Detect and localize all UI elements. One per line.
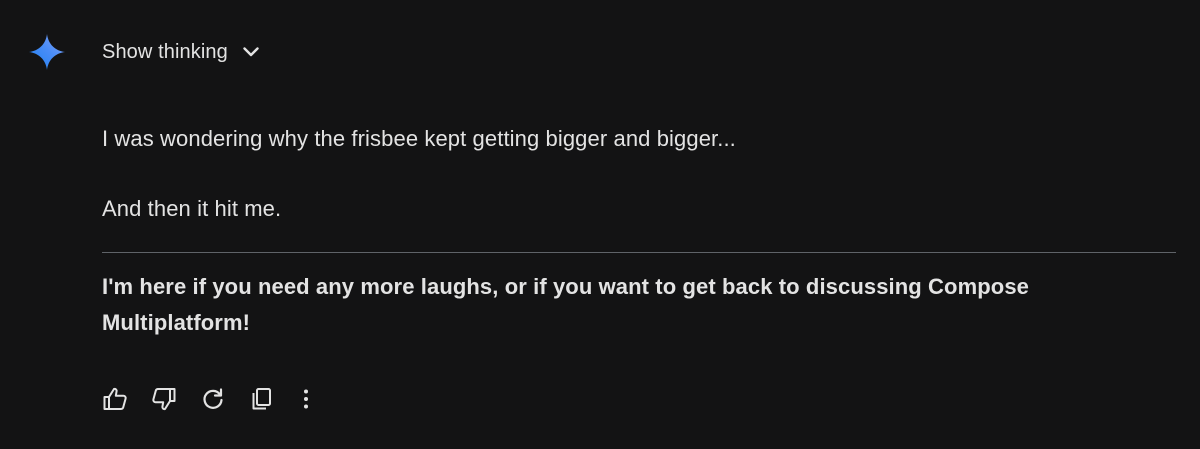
response-closing-text: I'm here if you need any more laughs, or… xyxy=(102,274,1029,335)
response-body: I was wondering why the frisbee kept get… xyxy=(102,122,1176,226)
more-options-button[interactable] xyxy=(294,380,318,418)
more-options-icon xyxy=(303,388,309,410)
show-thinking-label: Show thinking xyxy=(102,40,228,63)
thumbs-up-icon xyxy=(101,385,129,413)
regenerate-icon xyxy=(200,386,226,412)
show-thinking-toggle[interactable]: Show thinking xyxy=(102,37,260,67)
response-paragraph: And then it hit me. xyxy=(102,196,282,221)
response-actions-bar xyxy=(96,380,329,418)
thumbs-down-icon xyxy=(150,385,178,413)
gemini-spark-icon xyxy=(28,33,66,71)
thumbs-up-button[interactable] xyxy=(96,380,134,418)
response-paragraph: I was wondering why the frisbee kept get… xyxy=(102,126,736,151)
copy-icon xyxy=(249,386,275,412)
thumbs-down-button[interactable] xyxy=(145,380,183,418)
divider xyxy=(102,252,1176,253)
regenerate-button[interactable] xyxy=(194,380,232,418)
chevron-down-icon xyxy=(242,46,260,58)
copy-button[interactable] xyxy=(243,380,281,418)
